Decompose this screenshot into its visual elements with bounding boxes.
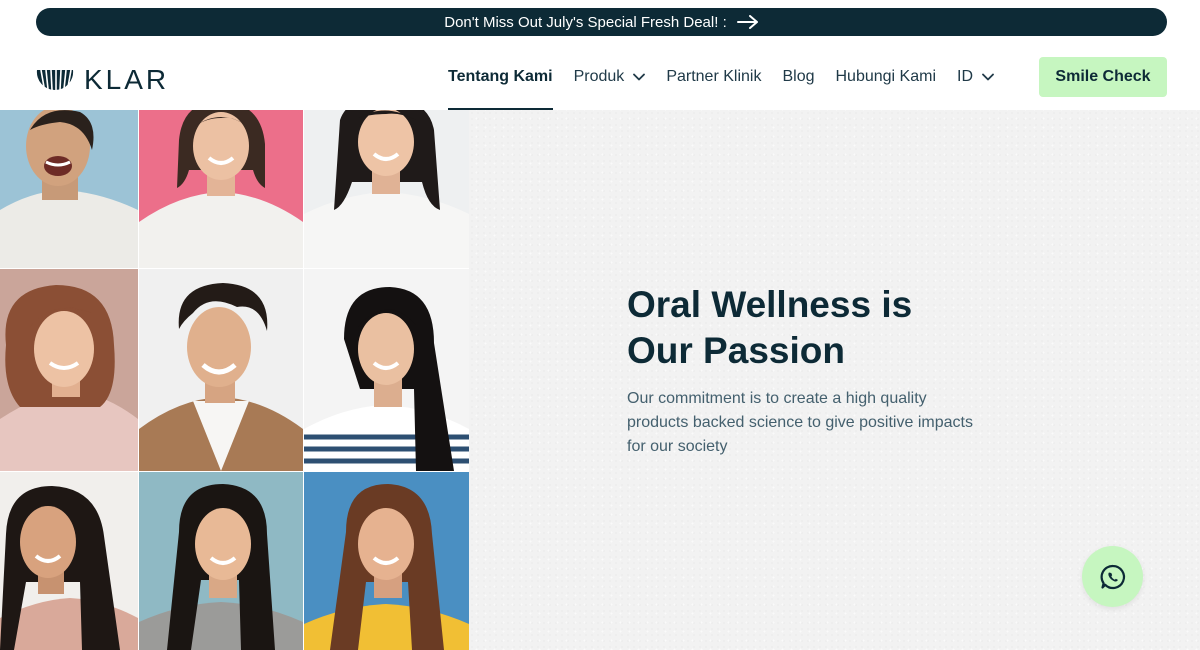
hero-title-line-1: Oral Wellness is [627, 284, 913, 325]
hero-title: Oral Wellness is Our Passion [627, 282, 987, 374]
language-selector[interactable]: ID [957, 44, 994, 110]
nav-item-tentang-kami[interactable]: Tentang Kami [448, 44, 553, 110]
nav-label: Produk [573, 68, 625, 85]
photo-woman-pink [139, 110, 303, 268]
whatsapp-icon [1100, 564, 1125, 589]
photo-woman-stripes [304, 269, 469, 471]
nav-label: Tentang Kami [448, 68, 553, 85]
hero-title-line-2: Our Passion [627, 330, 845, 371]
photo-laughing-man [0, 110, 138, 268]
language-label: ID [957, 68, 973, 85]
logo-mark-icon [36, 69, 74, 91]
photo-woman-white-bg [0, 472, 138, 650]
chevron-down-icon [982, 73, 994, 81]
whatsapp-button[interactable] [1082, 546, 1143, 607]
nav-label: Hubungi Kami [835, 68, 937, 85]
chevron-down-icon [633, 73, 646, 81]
arrow-right-icon [736, 15, 758, 29]
nav-label: Partner Klinik [666, 68, 762, 85]
photo-woman-blue [304, 472, 469, 650]
logo[interactable]: KLAR [36, 66, 169, 94]
promo-text: Don't Miss Out July's Special Fresh Deal… [444, 13, 727, 31]
main-nav: Tentang Kami Produk Partner Klinik Blog … [448, 44, 994, 110]
portrait-grid [0, 110, 469, 650]
nav-item-produk[interactable]: Produk [574, 44, 646, 110]
photo-woman-white [304, 110, 469, 268]
promo-banner[interactable]: Don't Miss Out July's Special Fresh Deal… [36, 8, 1167, 36]
logo-text: KLAR [84, 64, 170, 95]
photo-woman-teal [139, 472, 303, 650]
nav-item-blog[interactable]: Blog [782, 44, 814, 110]
nav-item-partner-klinik[interactable]: Partner Klinik [666, 44, 761, 110]
smile-check-button[interactable]: Smile Check [1039, 57, 1167, 97]
photo-woman-wavy [0, 269, 138, 471]
nav-label: Blog [782, 68, 815, 85]
site-header: KLAR Tentang Kami Produk Partner Klinik … [0, 44, 1200, 110]
nav-item-hubungi-kami[interactable]: Hubungi Kami [836, 44, 937, 110]
photo-man-blazer [139, 269, 303, 471]
hero-description: Our commitment is to create a high quali… [627, 390, 973, 455]
